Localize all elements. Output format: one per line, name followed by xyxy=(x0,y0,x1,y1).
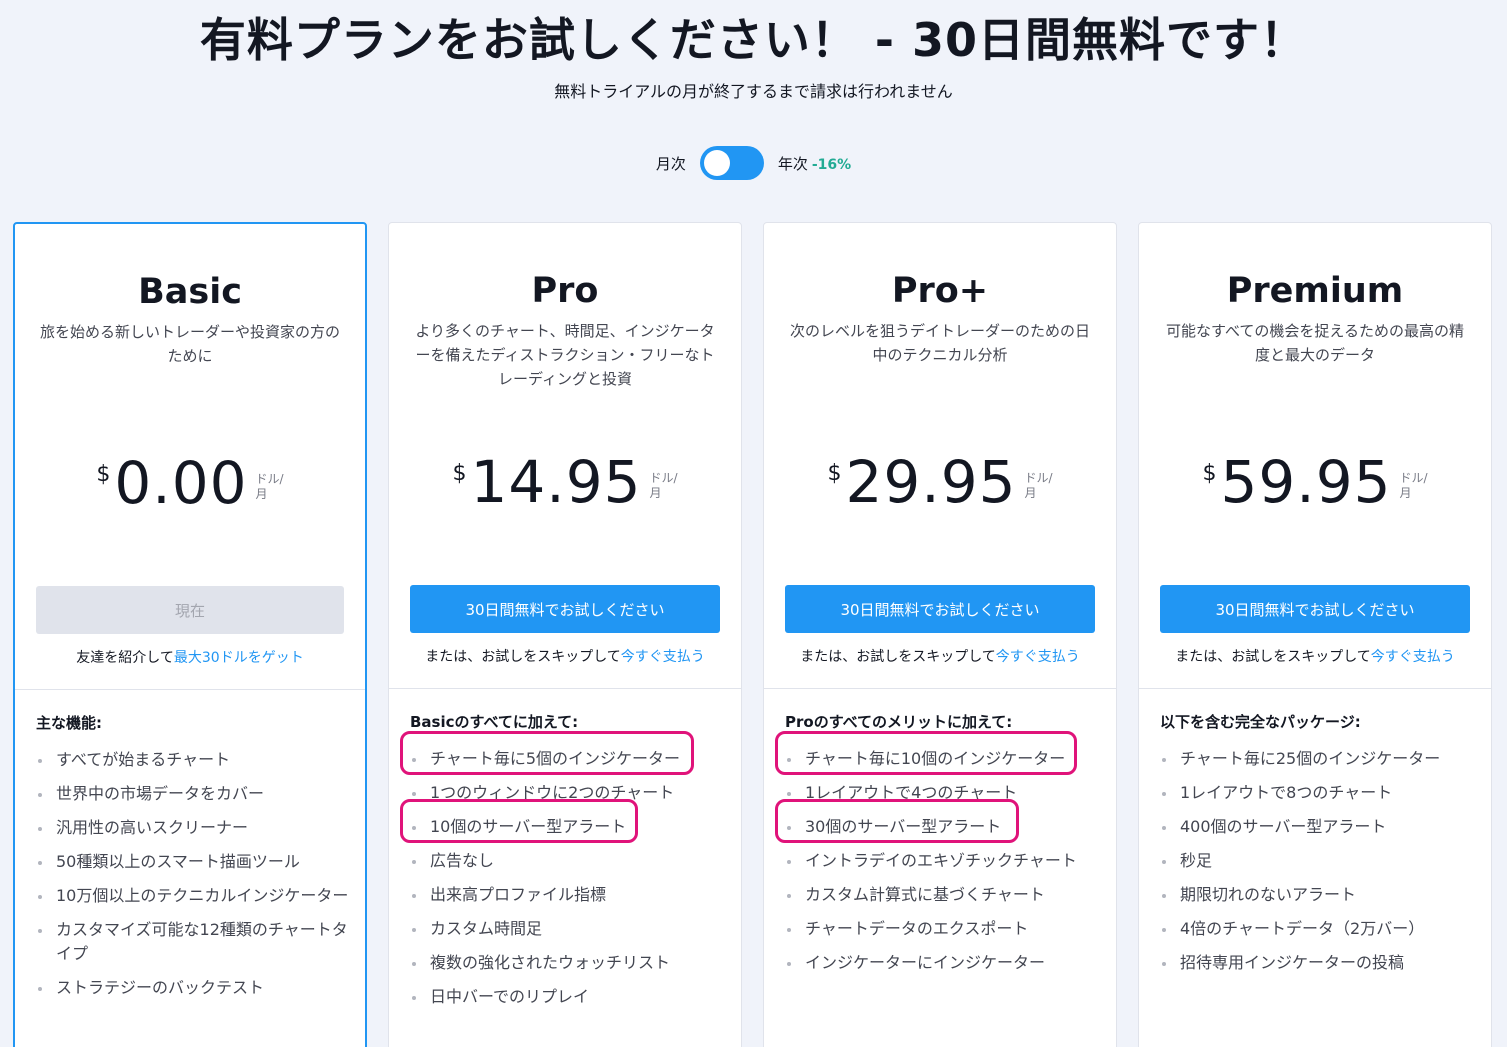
feature-item: 広告なし xyxy=(410,849,727,873)
feature-item-highlighted: 30個のサーバー型アラート xyxy=(775,799,1102,843)
pay-now-link[interactable]: 今すぐ支払う xyxy=(621,649,705,665)
feature-item: 秒足 xyxy=(1160,849,1477,873)
features-heading: 主な機能: xyxy=(36,714,102,732)
start-trial-button[interactable]: 30日間無料でお試しください xyxy=(785,585,1095,633)
feature-item-highlighted: チャート毎に5個のインジケーター xyxy=(400,731,727,775)
feature-item: 10万個以上のテクニカルインジケーター xyxy=(36,884,351,908)
plan-price: $ 0.00 ドル/月 xyxy=(15,448,365,518)
billing-period-switch[interactable] xyxy=(699,146,764,180)
skip-trial-text: または、お試しをスキップして今すぐ支払う xyxy=(764,646,1116,666)
feature-list: チャート毎に25個のインジケーター 1レイアウトで8つのチャート 400個のサー… xyxy=(1160,747,1477,985)
currency-symbol: $ xyxy=(452,461,467,486)
plan-description: より多くのチャート、時間足、インジケーターを備えたディストラクション・フリーなト… xyxy=(415,322,715,388)
feature-item-highlighted: 10個のサーバー型アラート xyxy=(400,799,727,843)
features-heading: Basicのすべてに加えて: xyxy=(410,713,579,731)
currency-symbol: $ xyxy=(827,461,842,486)
plan-name: Basic xyxy=(138,272,242,312)
feature-item: 汎用性の高いスクリーナー xyxy=(36,816,351,840)
feature-item: 1つのウィンドウに2つのチャート xyxy=(410,781,727,805)
plan-name: Pro+ xyxy=(891,271,989,311)
features-heading: 以下を含む完全なパッケージ: xyxy=(1160,713,1361,731)
plan-card-pro-plus: Pro+ 次のレベルを狙うデイトレーダーのための日中のテクニカル分析 $ 29.… xyxy=(763,222,1117,1047)
yearly-label: 年次 xyxy=(777,154,808,173)
pay-now-link[interactable]: 今すぐ支払う xyxy=(996,649,1080,665)
feature-item: 出来高プロファイル指標 xyxy=(410,883,727,907)
divider xyxy=(764,688,1116,689)
feature-item: すべてが始まるチャート xyxy=(36,748,351,772)
divider xyxy=(389,688,741,689)
price-unit: ドル/月 xyxy=(1024,471,1053,500)
feature-item-highlighted: チャート毎に10個のインジケーター xyxy=(775,731,1102,775)
feature-item: イントラデイのエキゾチックチャート xyxy=(785,849,1102,873)
price-amount: 29.95 xyxy=(845,448,1017,516)
currency-symbol: $ xyxy=(1202,461,1217,486)
plan-description: 次のレベルを狙うデイトレーダーのための日中のテクニカル分析 xyxy=(789,322,1090,364)
feature-item: カスタム計算式に基づくチャート xyxy=(785,883,1102,907)
plan-price: $ 14.95 ドル/月 xyxy=(389,447,741,517)
pay-now-link[interactable]: 今すぐ支払う xyxy=(1371,649,1455,665)
feature-item: カスタム時間足 xyxy=(410,917,727,941)
page-title: 有料プランをお試しください！ - 30日間無料です！ xyxy=(199,13,1308,67)
plan-card-premium: Premium 可能なすべての機会を捉えるための最高の精度と最大のデータ $ 5… xyxy=(1138,222,1492,1047)
switch-knob xyxy=(703,150,730,176)
feature-item: カスタマイズ可能な12種類のチャートタイプ xyxy=(36,918,351,966)
feature-list: チャート毎に5個のインジケーター 1つのウィンドウに2つのチャート 10個のサー… xyxy=(400,731,727,1019)
plan-name: Pro xyxy=(531,271,599,311)
plan-description: 可能なすべての機会を捉えるための最高の精度と最大のデータ xyxy=(1166,322,1464,364)
plan-price: $ 59.95 ドル/月 xyxy=(1139,447,1491,517)
price-amount: 14.95 xyxy=(470,448,642,516)
feature-item: 期限切れのないアラート xyxy=(1160,883,1477,907)
feature-item: チャート毎に25個のインジケーター xyxy=(1160,747,1477,771)
feature-item: 世界中の市場データをカバー xyxy=(36,782,351,806)
start-trial-button[interactable]: 30日間無料でお試しください xyxy=(410,585,720,633)
referral-prefix: 友達を紹介して xyxy=(76,650,174,666)
price-amount: 59.95 xyxy=(1220,448,1392,516)
feature-item: 招待専用インジケーターの投稿 xyxy=(1160,951,1477,975)
feature-list: すべてが始まるチャート 世界中の市場データをカバー 汎用性の高いスクリーナー 5… xyxy=(36,748,351,1010)
referral-text: 友達を紹介して最大30ドルをゲット xyxy=(15,647,365,667)
page-subtitle: 無料トライアルの月が終了するまで請求は行われません xyxy=(554,82,953,101)
feature-item: 複数の強化されたウォッチリスト xyxy=(410,951,727,975)
yearly-discount-badge: -16% xyxy=(811,156,852,173)
price-amount: 0.00 xyxy=(114,449,248,517)
price-unit: ドル/月 xyxy=(649,471,678,500)
feature-item: 4倍のチャートデータ（2万バー） xyxy=(1160,917,1477,941)
currency-symbol: $ xyxy=(96,462,111,487)
skip-prefix: または、お試しをスキップして xyxy=(1175,649,1371,665)
price-unit: ドル/月 xyxy=(255,472,284,501)
features-heading: Proのすべてのメリットに加えて: xyxy=(785,713,1013,731)
start-trial-button[interactable]: 30日間無料でお試しください xyxy=(1160,585,1470,633)
plan-card-basic: Basic 旅を始める新しいトレーダーや投資家の方のために $ 0.00 ドル/… xyxy=(13,222,367,1047)
referral-link[interactable]: 最大30ドルをゲット xyxy=(174,650,304,666)
plan-description: 旅を始める新しいトレーダーや投資家の方のために xyxy=(39,323,340,365)
price-unit: ドル/月 xyxy=(1399,471,1428,500)
divider xyxy=(1139,688,1491,689)
feature-item: ストラテジーのバックテスト xyxy=(36,976,351,1000)
plan-card-pro: Pro より多くのチャート、時間足、インジケーターを備えたディストラクション・フ… xyxy=(388,222,742,1047)
feature-item: チャートデータのエクスポート xyxy=(785,917,1102,941)
skip-trial-text: または、お試しをスキップして今すぐ支払う xyxy=(1139,646,1491,666)
feature-item: インジケーターにインジケーター xyxy=(785,951,1102,975)
feature-list: チャート毎に10個のインジケーター 1レイアウトで4つのチャート 30個のサーバ… xyxy=(775,731,1102,985)
monthly-label[interactable]: 月次 xyxy=(656,153,686,174)
skip-trial-text: または、お試しをスキップして今すぐ支払う xyxy=(389,646,741,666)
plan-price: $ 29.95 ドル/月 xyxy=(764,447,1116,517)
plan-name: Premium xyxy=(1226,271,1404,311)
feature-item: 50種類以上のスマート描画ツール xyxy=(36,850,351,874)
feature-item: 400個のサーバー型アラート xyxy=(1160,815,1477,839)
current-plan-button: 現在 xyxy=(36,586,344,634)
feature-item: 日中バーでのリプレイ xyxy=(410,985,727,1009)
skip-prefix: または、お試しをスキップして xyxy=(800,649,996,665)
feature-item: 1レイアウトで8つのチャート xyxy=(1160,781,1477,805)
yearly-label-wrap[interactable]: 年次 -16% xyxy=(778,153,851,174)
feature-item: 1レイアウトで4つのチャート xyxy=(785,781,1102,805)
skip-prefix: または、お試しをスキップして xyxy=(425,649,621,665)
divider xyxy=(15,689,365,690)
billing-toggle-row: 月次 年次 -16% xyxy=(0,146,1507,180)
